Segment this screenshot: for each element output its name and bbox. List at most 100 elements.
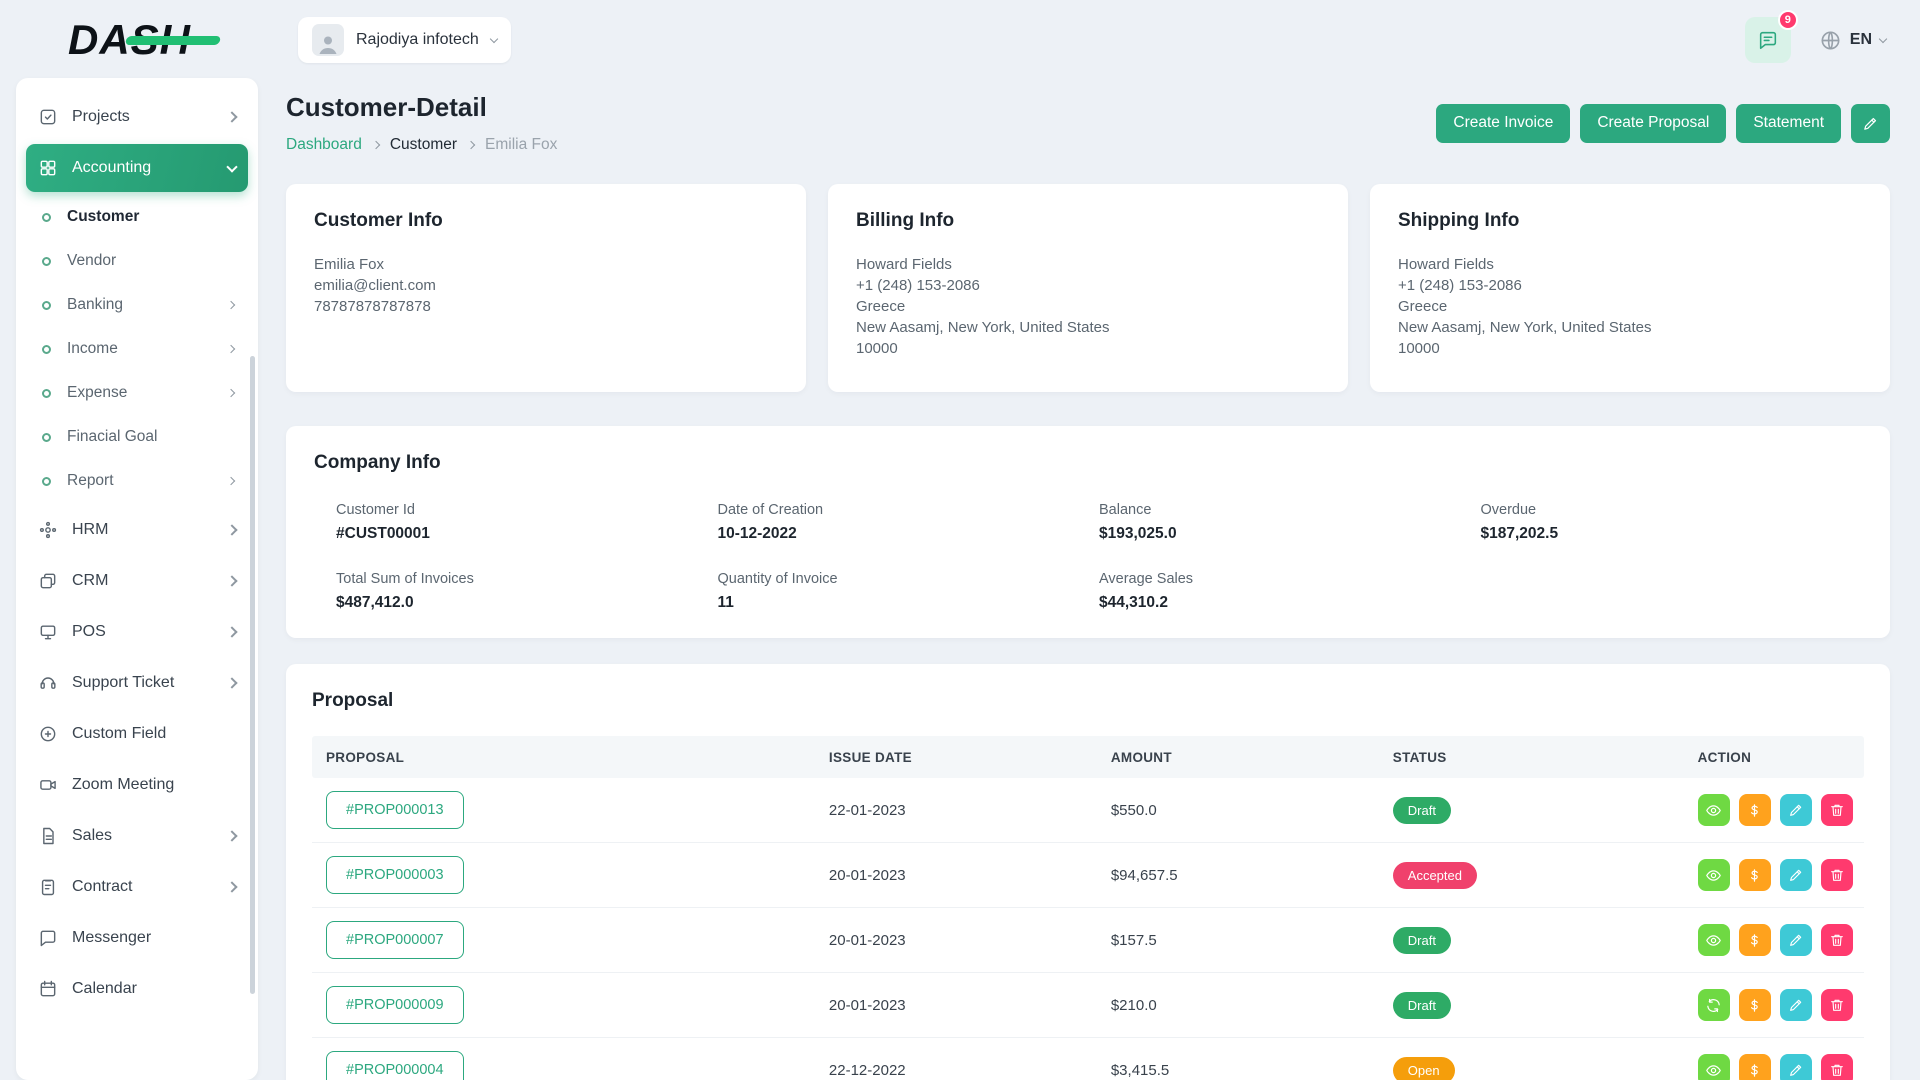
shipping-phone: +1 (248) 153-2086: [1398, 275, 1862, 296]
customer-info-lines: Emilia Fox emilia@client.com 78787878787…: [314, 254, 778, 317]
billing-country: Greece: [856, 296, 1320, 317]
delete-button[interactable]: [1821, 1054, 1853, 1080]
proposal-link[interactable]: #PROP000009: [326, 986, 464, 1024]
money-button[interactable]: [1739, 924, 1771, 956]
delete-button[interactable]: [1821, 924, 1853, 956]
sidebar-item-messenger[interactable]: Messenger: [26, 914, 248, 962]
dollar-icon: [1746, 867, 1763, 884]
money-button[interactable]: [1739, 794, 1771, 826]
shipping-info-lines: Howard Fields +1 (248) 153-2086 Greece N…: [1398, 254, 1862, 359]
dollar-icon: [1746, 997, 1763, 1014]
chevron-down-icon: [490, 34, 498, 42]
view-button[interactable]: [1698, 1054, 1730, 1080]
proposal-link[interactable]: #PROP000013: [326, 791, 464, 829]
language-selector[interactable]: EN: [1819, 29, 1886, 52]
sidebar-item-label: Sales: [72, 827, 112, 845]
billing-info-lines: Howard Fields +1 (248) 153-2086 Greece N…: [856, 254, 1320, 359]
sidebar-item-hrm[interactable]: HRM: [26, 506, 248, 554]
eye-icon: [1705, 1062, 1722, 1079]
delete-button[interactable]: [1821, 794, 1853, 826]
sidebar-item-label: Calendar: [72, 980, 137, 998]
workspace-avatar: [312, 24, 344, 56]
sidebar-item-support-ticket[interactable]: Support Ticket: [26, 659, 248, 707]
field-average-sales: Average Sales $44,310.2: [1099, 571, 1481, 612]
sidebar-subitem-banking[interactable]: Banking: [26, 283, 248, 327]
dollar-icon: [1746, 802, 1763, 819]
view-button[interactable]: [1698, 859, 1730, 891]
delete-button[interactable]: [1821, 989, 1853, 1021]
sidebar-item-custom-field[interactable]: Custom Field: [26, 710, 248, 758]
create-invoice-button[interactable]: Create Invoice: [1436, 104, 1570, 143]
edit-button[interactable]: [1780, 989, 1812, 1021]
workspace-name: Rajodiya infotech: [356, 31, 479, 49]
issue-date-cell: 20-01-2023: [829, 867, 1111, 884]
create-proposal-button[interactable]: Create Proposal: [1580, 104, 1726, 143]
money-button[interactable]: [1739, 989, 1771, 1021]
page-title: Customer-Detail: [286, 92, 557, 123]
edit-button[interactable]: [1780, 1054, 1812, 1080]
sidebar-item-sales[interactable]: Sales: [26, 812, 248, 860]
column-action: ACTION: [1698, 750, 1850, 765]
proposal-link[interactable]: #PROP000004: [326, 1051, 464, 1080]
column-amount: AMOUNT: [1111, 750, 1393, 765]
pencil-icon: [1862, 115, 1879, 132]
chevron-right-icon: [227, 389, 235, 397]
row-actions: [1698, 924, 1853, 956]
field-date-of-creation: Date of Creation 10-12-2022: [718, 502, 1100, 543]
globe-icon: [1819, 29, 1842, 52]
chat-icon: [1757, 29, 1779, 51]
messages-button[interactable]: 9: [1745, 17, 1791, 63]
sidebar-subitem-report[interactable]: Report: [26, 459, 248, 503]
edit-button[interactable]: [1780, 924, 1812, 956]
topbar: DASH Rajodiya infotech 9 EN: [0, 0, 1920, 80]
status-badge: Accepted: [1393, 862, 1477, 889]
sidebar-item-accounting[interactable]: Accounting: [26, 144, 248, 192]
view-button[interactable]: [1698, 794, 1730, 826]
sidebar-item-crm[interactable]: CRM: [26, 557, 248, 605]
money-button[interactable]: [1739, 1054, 1771, 1080]
edit-customer-button[interactable]: [1851, 104, 1890, 143]
sidebar-subitem-label: Expense: [67, 384, 127, 402]
sidebar-subitem-vendor[interactable]: Vendor: [26, 239, 248, 283]
status-badge: Draft: [1393, 797, 1451, 824]
money-button[interactable]: [1739, 859, 1771, 891]
trash-icon: [1829, 1062, 1845, 1078]
sidebar-item-label: Custom Field: [72, 725, 166, 743]
edit-button[interactable]: [1780, 859, 1812, 891]
proposal-link[interactable]: #PROP000003: [326, 856, 464, 894]
breadcrumb-customer[interactable]: Customer: [390, 136, 457, 154]
delete-button[interactable]: [1821, 859, 1853, 891]
statement-button[interactable]: Statement: [1736, 104, 1841, 143]
sidebar-item-calendar[interactable]: Calendar: [26, 965, 248, 1013]
messenger-icon: [38, 928, 58, 948]
brand-logo[interactable]: DASH: [0, 0, 272, 80]
table-row: #PROP000009 20-01-2023 $210.0 Draft: [312, 973, 1864, 1038]
breadcrumb-dashboard[interactable]: Dashboard: [286, 136, 362, 154]
view-button[interactable]: [1698, 924, 1730, 956]
sidebar-subitem-expense[interactable]: Expense: [26, 371, 248, 415]
info-cards: Customer Info Emilia Fox emilia@client.c…: [286, 184, 1890, 392]
eye-icon: [1705, 932, 1722, 949]
chevron-right-icon: [226, 677, 237, 688]
sidebar-subitem-customer[interactable]: Customer: [26, 195, 248, 239]
pencil-icon: [1788, 867, 1804, 883]
workspace-switcher[interactable]: Rajodiya infotech: [298, 17, 511, 63]
sidebar-item-label: Support Ticket: [72, 674, 174, 692]
sidebar-subitem-label: Customer: [67, 208, 139, 226]
chevron-right-icon: [226, 575, 237, 586]
billing-info-card: Billing Info Howard Fields +1 (248) 153-…: [828, 184, 1348, 392]
sidebar-subitem-income[interactable]: Income: [26, 327, 248, 371]
sidebar-scrollbar[interactable]: [250, 356, 255, 994]
sidebar-item-zoom-meeting[interactable]: Zoom Meeting: [26, 761, 248, 809]
edit-button[interactable]: [1780, 794, 1812, 826]
convert-button[interactable]: [1698, 989, 1730, 1021]
chevron-right-icon: [467, 141, 475, 149]
sidebar-item-projects[interactable]: Projects: [26, 93, 248, 141]
dollar-icon: [1746, 932, 1763, 949]
sidebar-item-label: Contract: [72, 878, 132, 896]
sidebar-subitem-finacial-goal[interactable]: Finacial Goal: [26, 415, 248, 459]
sidebar-item-pos[interactable]: POS: [26, 608, 248, 656]
sidebar-item-contract[interactable]: Contract: [26, 863, 248, 911]
sidebar-nav: Projects Accounting Customer Vendor Bank…: [26, 93, 248, 1013]
proposal-link[interactable]: #PROP000007: [326, 921, 464, 959]
